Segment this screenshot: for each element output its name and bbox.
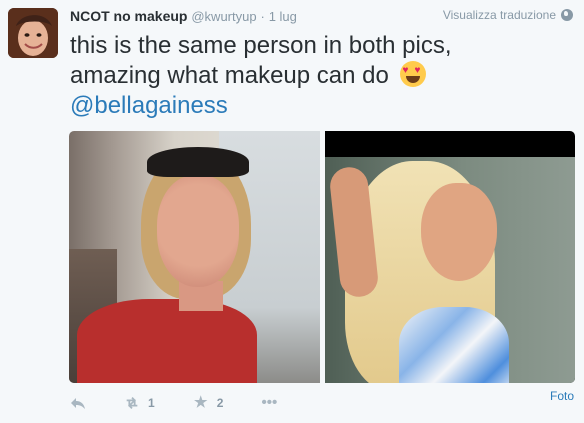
mention-link[interactable]: @bellagainess <box>70 91 570 121</box>
reply-action[interactable] <box>70 396 86 410</box>
tweet-actions: 1 ★ 2 ••• <box>70 394 315 411</box>
favorite-count: 2 <box>216 396 224 410</box>
photo-floral-top <box>399 307 509 383</box>
reply-icon <box>70 396 86 410</box>
translate-label: Visualizza traduzione <box>442 8 556 22</box>
timestamp[interactable]: 1 lug <box>269 9 297 24</box>
tweet-text: this is the same person in both pics, am… <box>70 31 570 121</box>
emoji-mouth <box>405 76 420 83</box>
heart-eye-right-icon: ♥ <box>414 65 421 76</box>
photo-grid <box>69 131 575 383</box>
avatar[interactable] <box>8 8 58 58</box>
globe-icon <box>561 9 573 21</box>
author-handle[interactable]: @kwurtyup <box>191 9 256 24</box>
retweet-action[interactable]: 1 <box>124 396 155 410</box>
timestamp-separator: · <box>260 9 265 24</box>
tweet-text-line-1: this is the same person in both pics, <box>70 32 452 59</box>
retweet-icon <box>124 396 140 410</box>
photo-face <box>157 175 239 287</box>
photo-with-makeup[interactable] <box>325 131 575 383</box>
photo-headband <box>147 147 249 177</box>
photo-red-shirt <box>77 299 257 383</box>
more-action[interactable]: ••• <box>261 394 278 411</box>
media-label-link[interactable]: Foto <box>550 389 574 403</box>
photo-image-area <box>325 157 575 383</box>
photo-face <box>421 183 497 281</box>
author-name[interactable]: NCOT no makeup <box>70 8 187 24</box>
tweet-text-line-2: amazing what makeup can do ♥ ♥ <box>70 61 570 91</box>
photo-without-makeup[interactable] <box>69 131 320 383</box>
tweet-text-line-2-content: amazing what makeup can do <box>70 62 389 89</box>
favorite-action[interactable]: ★ 2 <box>193 394 224 411</box>
star-icon: ★ <box>193 394 208 411</box>
more-icon: ••• <box>261 394 278 411</box>
retweet-count: 1 <box>148 396 155 410</box>
heart-eye-left-icon: ♥ <box>402 65 409 76</box>
tweet-header: NCOT no makeup @kwurtyup · 1 lug <box>70 8 297 25</box>
tweet-card: NCOT no makeup @kwurtyup · 1 lug Visuali… <box>0 0 584 423</box>
translate-link[interactable]: Visualizza traduzione <box>443 8 573 22</box>
heart-eyes-emoji-icon: ♥ ♥ <box>399 61 426 87</box>
